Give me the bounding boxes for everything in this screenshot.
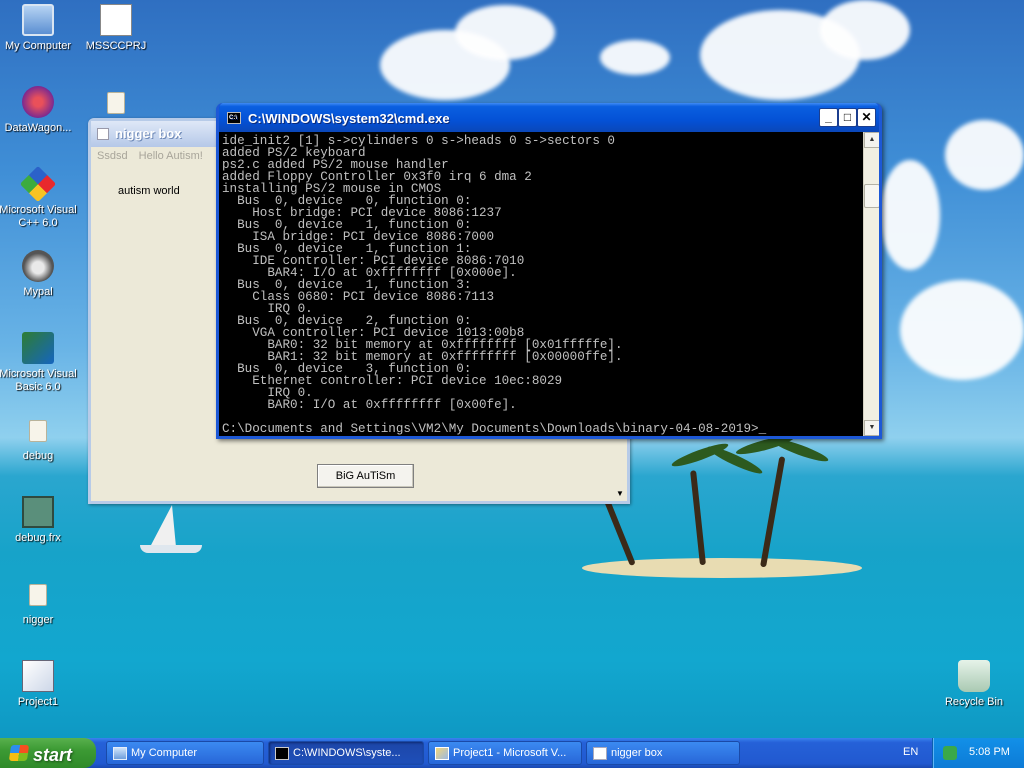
document-icon — [100, 4, 132, 36]
console-line: Ethernet controller: PCI device 10ec:802… — [222, 374, 563, 388]
scroll-down-arrow-icon[interactable]: ▼ — [864, 420, 879, 436]
console-line: BAR0: I/O at 0xffffffff [0x00fe]. — [222, 398, 517, 412]
project-icon — [22, 660, 54, 692]
taskbar-item-my-computer[interactable]: My Computer — [106, 741, 264, 765]
desktop-icon-label: MSSCCPRJ — [85, 40, 147, 52]
cmd-scrollbar[interactable]: ▲ ▼ — [863, 132, 879, 436]
wallpaper-cloud — [820, 0, 910, 60]
wallpaper-island — [582, 558, 862, 578]
wallpaper-cloud — [455, 5, 555, 60]
folder-icon — [29, 584, 47, 606]
desktop-icon-folder-blank[interactable] — [74, 86, 158, 122]
maximize-button[interactable]: □ — [838, 108, 857, 127]
desktop-icon-label: My Computer — [4, 40, 72, 52]
desktop-icon-visual-cpp[interactable]: Microsoft Visual C++ 6.0 — [0, 165, 80, 230]
close-button[interactable]: ✕ — [857, 108, 876, 127]
mypal-icon — [22, 250, 54, 282]
sailboat-hull — [140, 545, 202, 553]
desktop-icon-debug-frx[interactable]: debug.frx — [0, 496, 80, 545]
scroll-up-arrow-icon[interactable]: ▲ — [864, 132, 879, 148]
desktop-icon-nigger-folder[interactable]: nigger — [0, 578, 80, 627]
desktop-icon-label: debug.frx — [15, 532, 61, 544]
taskbar-item-label: Project1 - Microsoft V... — [453, 747, 567, 759]
cmd-icon — [275, 747, 289, 760]
palm-trunk — [602, 494, 636, 567]
taskbar-item-label: C:\WINDOWS\syste... — [293, 747, 401, 759]
desktop-icon-label: Recycle Bin — [944, 696, 1004, 708]
windows-logo-icon — [8, 745, 30, 761]
wallpaper-cloud — [600, 40, 670, 75]
my-computer-icon — [113, 747, 127, 760]
desktop-icon-project1[interactable]: Project1 — [0, 660, 80, 709]
clock[interactable]: 5:08 PM — [969, 746, 1010, 758]
console-line: C:\Documents and Settings\VM2\My Documen… — [222, 422, 767, 436]
taskbar-item-project1[interactable]: Project1 - Microsoft V... — [428, 741, 582, 765]
taskbar-item-label: nigger box — [611, 747, 663, 759]
taskbar: start My Computer C:\WINDOWS\syste... Pr… — [0, 738, 1024, 768]
wallpaper-cloud — [945, 120, 1024, 190]
visual-cpp-icon — [19, 165, 57, 203]
desktop-icon-label: nigger — [22, 614, 54, 626]
sailboat-sail — [150, 505, 176, 547]
cmd-window[interactable]: C:\ C:\WINDOWS\system32\cmd.exe _ □ ✕ id… — [216, 103, 882, 439]
vb-form-label: autism world — [118, 185, 180, 197]
console-line: Class 0680: PCI device 8086:7113 — [222, 290, 495, 304]
desktop-icon-datawagon[interactable]: DataWagon... — [0, 86, 80, 135]
folder-icon — [29, 420, 47, 442]
wallpaper-cloud — [880, 160, 940, 270]
desktop-icon-label: Mypal — [23, 286, 53, 298]
my-computer-icon — [22, 4, 54, 36]
palm-trunk — [690, 470, 706, 566]
palm-trunk — [760, 456, 786, 568]
taskbar-item-cmd[interactable]: C:\WINDOWS\syste... — [268, 741, 424, 765]
taskbar-item-nigger-box[interactable]: nigger box — [586, 741, 740, 765]
wallpaper-cloud — [900, 280, 1024, 380]
desktop-icon-mypal[interactable]: Mypal — [0, 250, 80, 299]
cmd-titlebar[interactable]: C:\ C:\WINDOWS\system32\cmd.exe _ □ ✕ — [219, 103, 879, 132]
recycle-bin-icon — [958, 660, 990, 692]
start-button[interactable]: start — [0, 738, 96, 768]
taskbar-item-label: My Computer — [131, 747, 198, 759]
menu-item-ssdsd[interactable]: Ssdsd — [97, 150, 128, 162]
desktop-icon-label: debug — [22, 450, 54, 462]
desktop-icon-label: DataWagon... — [4, 122, 72, 134]
desktop-icon-my-computer[interactable]: My Computer — [0, 4, 80, 53]
visual-basic-icon — [435, 747, 449, 760]
form-icon — [593, 747, 607, 760]
desktop-icon-recycle-bin[interactable]: Recycle Bin — [932, 660, 1016, 709]
big-autism-button[interactable]: BiG AuTiSm — [317, 464, 414, 488]
folder-icon — [107, 92, 125, 114]
cmd-icon: C:\ — [227, 112, 241, 124]
frx-file-icon — [22, 496, 54, 528]
system-tray: 5:08 PM — [932, 738, 1024, 768]
desktop-icon-debug[interactable]: debug — [0, 414, 80, 463]
desktop-icon-label: Microsoft Visual Basic 6.0 — [0, 368, 77, 393]
form-icon — [97, 128, 109, 140]
scroll-down-arrow-icon[interactable]: ▼ — [613, 487, 627, 501]
minimize-button[interactable]: _ — [819, 108, 838, 127]
desktop-icon-label: Project1 — [17, 696, 59, 708]
desktop-icon-mssccprj[interactable]: MSSCCPRJ — [74, 4, 158, 53]
visual-basic-icon — [22, 332, 54, 364]
shortcut-icon — [22, 86, 54, 118]
language-indicator[interactable]: EN — [903, 746, 918, 758]
menu-item-hello-autism[interactable]: Hello Autism! — [139, 150, 203, 162]
vb-form-title: nigger box — [115, 126, 182, 141]
network-tray-icon[interactable] — [943, 746, 957, 760]
start-label: start — [33, 744, 73, 765]
scrollbar-thumb[interactable] — [864, 184, 879, 208]
cmd-title: C:\WINDOWS\system32\cmd.exe — [248, 111, 450, 126]
cmd-output[interactable]: ide_init2 [1] s->cylinders 0 s->heads 0 … — [219, 132, 863, 436]
desktop-icon-visual-basic[interactable]: Microsoft Visual Basic 6.0 — [0, 332, 80, 394]
desktop-icon-label: Microsoft Visual C++ 6.0 — [0, 204, 77, 229]
